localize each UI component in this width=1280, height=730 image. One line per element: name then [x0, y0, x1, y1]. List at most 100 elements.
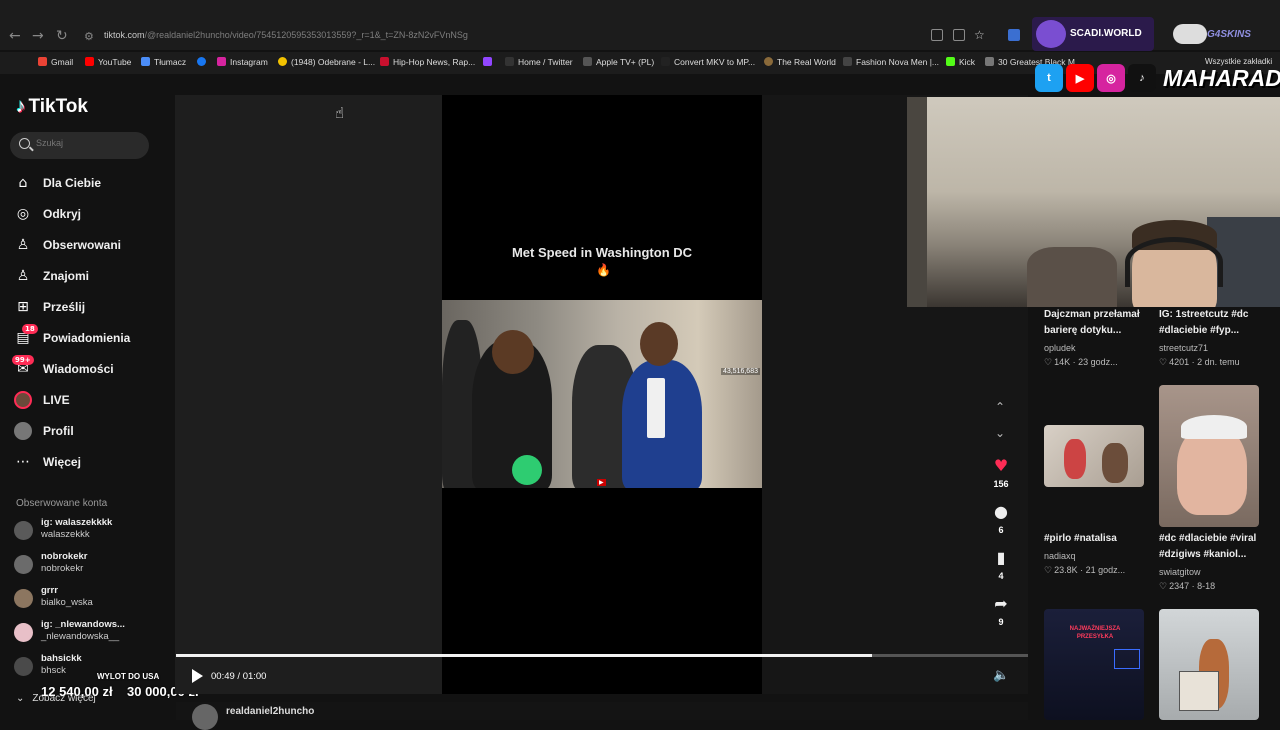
- nav-label: LIVE: [43, 393, 70, 407]
- convert-icon: [661, 57, 670, 66]
- extension-icon[interactable]: [1008, 29, 1020, 41]
- g4skins-logo-icon: [1173, 24, 1207, 44]
- nav-for-you[interactable]: ⌂ Dla Ciebie: [14, 171, 154, 195]
- recommended-card[interactable]: [1159, 609, 1259, 720]
- kick-icon: [946, 57, 955, 66]
- bookmark-instagram[interactable]: Instagram: [217, 57, 268, 67]
- sponsor-text: SCADI.WORLD: [1070, 28, 1142, 39]
- avatar: [14, 589, 33, 608]
- share-count: 9: [998, 617, 1004, 627]
- like-button[interactable]: ♥ 156: [988, 456, 1014, 489]
- address-bar[interactable]: tiktok.com/@realdaniel2huncho/video/7545…: [104, 30, 468, 40]
- bookmark-convert[interactable]: Convert MKV to MP...: [661, 57, 755, 67]
- chevron-down-icon[interactable]: ⌄: [995, 426, 1005, 440]
- author-avatar[interactable]: [192, 704, 218, 730]
- author-name[interactable]: realdaniel2huncho: [226, 706, 314, 717]
- followed-account[interactable]: nobrokekr nobrokekr: [14, 550, 164, 580]
- card-user: nadiaxq: [1044, 551, 1076, 561]
- bookmark-star-icon[interactable]: ☆: [974, 28, 985, 42]
- share-button[interactable]: ➦ 9: [988, 594, 1014, 627]
- bookmark-label: Home / Twitter: [518, 57, 573, 67]
- person-head: [640, 322, 678, 366]
- install-icon[interactable]: [931, 29, 943, 41]
- save-button[interactable]: ▮ 4: [988, 548, 1014, 581]
- chevron-down-icon: ⌄: [16, 693, 25, 704]
- heart-icon: ♡: [1159, 358, 1168, 368]
- tiktok-logo[interactable]: ♪ TikTok: [16, 96, 88, 118]
- gmail-icon: [38, 57, 47, 66]
- bookmark-label: Convert MKV to MP...: [674, 57, 756, 67]
- recommended-card[interactable]: IG: 1streetcutz #dc #dlaciebie #fyp... s…: [1159, 307, 1269, 377]
- recommended-card[interactable]: #dc #dlaciebie #viral #dzigiws #kaniol..…: [1159, 385, 1269, 595]
- reload-icon[interactable]: ↻: [56, 28, 68, 44]
- home-icon: ⌂: [18, 175, 28, 191]
- recommended-card[interactable]: #pirlo #natalisa nadiaxq ♡ 23.8K · 21 god…: [1044, 425, 1144, 595]
- followed-account[interactable]: ig: _nlewandows... _nlewandowska__: [14, 618, 164, 648]
- bookmark-facebook[interactable]: [197, 57, 210, 67]
- bookmark-youtube[interactable]: YouTube: [85, 57, 131, 67]
- nav-messages[interactable]: ✉ 99+ Wiadomości: [12, 355, 154, 381]
- account-handle: walaszekkk: [41, 529, 90, 540]
- nav-profile[interactable]: Profil: [14, 419, 154, 443]
- bookmark-label: Fashion Nova Men |...: [856, 57, 939, 67]
- nav-label: Obserwowani: [43, 238, 122, 252]
- bookmark-realworld[interactable]: The Real World: [764, 57, 836, 67]
- video-time: 00:49 / 01:00: [211, 671, 267, 682]
- bookmark-translate[interactable]: Tłumacz: [141, 57, 186, 67]
- chevron-up-icon[interactable]: ⌃: [995, 400, 1005, 414]
- nav-explore[interactable]: ◎ Odkryj: [14, 202, 154, 226]
- volume-icon[interactable]: 🔈: [993, 668, 1009, 683]
- url-path: /@realdaniel2huncho/video/75451205953530…: [144, 30, 468, 40]
- card-user: streetcutz71: [1159, 343, 1209, 353]
- bookmark-twitch[interactable]: [483, 57, 496, 67]
- goal-label: WYLOT DO USA: [97, 672, 160, 681]
- nav-live[interactable]: LIVE: [14, 388, 154, 412]
- recommended-card[interactable]: NAJWAŻNIEJSZA PRZESYŁKA: [1044, 609, 1144, 720]
- card-meta: 23.8K · 21 godz...: [1054, 565, 1126, 575]
- search-box[interactable]: [10, 132, 149, 159]
- back-icon[interactable]: ←: [9, 28, 21, 44]
- bookmark-label: YouTube: [98, 57, 132, 67]
- followed-account[interactable]: grrr bialko_wska: [14, 584, 164, 614]
- avatar: [14, 623, 33, 642]
- bookmark-twitter[interactable]: Home / Twitter: [505, 57, 573, 67]
- friends-icon: ♙: [16, 268, 30, 284]
- nav-notifications[interactable]: ▤ 18 Powiadomienia: [14, 324, 154, 350]
- nav-following[interactable]: ♙ Obserwowani: [14, 233, 154, 257]
- nav-label: Wiadomości: [43, 362, 114, 376]
- comment-button[interactable]: ● 6: [988, 502, 1014, 535]
- bookmark-label: Kick: [959, 57, 976, 67]
- site-info-icon[interactable]: ⚙: [84, 30, 94, 43]
- card-thumbnail: [1159, 385, 1259, 527]
- bookmark-fashionnova[interactable]: Fashion Nova Men |...: [843, 57, 939, 67]
- forward-icon[interactable]: →: [32, 28, 44, 44]
- bookmark-odebrane[interactable]: (1948) Odebrane - L...: [278, 57, 375, 67]
- person-head: [492, 330, 534, 374]
- apple-icon: [583, 57, 592, 66]
- bookmark-kick[interactable]: Kick: [946, 57, 975, 67]
- nav-upload[interactable]: ⊞ Prześlij: [14, 295, 154, 319]
- search-input[interactable]: [36, 138, 136, 148]
- person-figure: [1102, 443, 1128, 483]
- nav-more[interactable]: ⋯ Więcej: [14, 450, 154, 474]
- youtube-icon: [85, 57, 94, 66]
- nav-friends[interactable]: ♙ Znajomi: [14, 264, 154, 288]
- translate-icon[interactable]: [953, 29, 965, 41]
- fire-emoji: 🔥: [596, 263, 611, 277]
- nav-label: Powiadomienia: [43, 331, 131, 345]
- account-name: ig: walaszekkkk: [41, 517, 113, 528]
- list-icon: [985, 57, 994, 66]
- play-icon[interactable]: [192, 669, 203, 683]
- recommended-card[interactable]: Dajczman przełamał barierę dotyku... opl…: [1044, 307, 1148, 377]
- card-user: opludek: [1044, 343, 1076, 353]
- progress-bar[interactable]: [176, 654, 1028, 657]
- card-meta: 14K · 23 godz...: [1054, 357, 1118, 367]
- card-meta: 4201 · 2 dn. temu: [1169, 357, 1240, 367]
- bookmark-gmail[interactable]: Gmail: [38, 57, 73, 67]
- messages-icon: ✉ 99+: [12, 355, 34, 378]
- youtube-icon: ▶: [1066, 64, 1094, 92]
- bookmark-hiphop[interactable]: Hip-Hop News, Rap...: [380, 57, 475, 67]
- followed-account[interactable]: ig: walaszekkkk walaszekkk: [14, 516, 164, 546]
- sidebar: ♪TikTok ⌂ Dla Ciebie ◎ Odkryj ♙ Obserwowani…: [0, 76, 168, 720]
- bookmark-appletv[interactable]: Apple TV+ (PL): [583, 57, 654, 67]
